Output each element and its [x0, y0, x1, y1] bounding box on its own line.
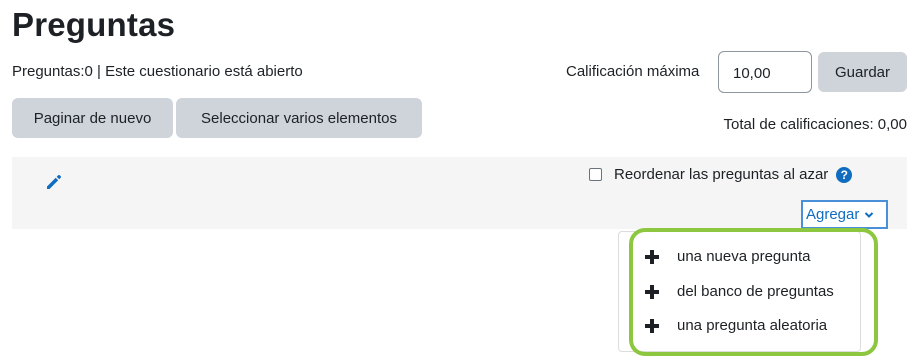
total-grades-text: Total de calificaciones: 0,00 — [723, 116, 907, 133]
page-title: Preguntas — [12, 6, 176, 43]
quiz-status-text: Preguntas:0 | Este cuestionario está abi… — [12, 63, 303, 80]
help-icon[interactable]: ? — [836, 166, 853, 183]
shuffle-option: Reordenar las preguntas al azar ? — [589, 166, 853, 183]
max-grade-label: Calificación máxima — [566, 63, 700, 80]
shuffle-label[interactable]: Reordenar las preguntas al azar — [614, 166, 828, 183]
chevron-down-icon — [865, 211, 874, 218]
repaginate-button[interactable]: Paginar de nuevo — [12, 98, 173, 138]
menu-highlight-outline — [629, 228, 878, 356]
select-multiple-button[interactable]: Seleccionar varios elementos — [176, 98, 422, 138]
max-grade-input[interactable] — [718, 51, 812, 93]
shuffle-checkbox[interactable] — [589, 168, 602, 181]
save-button[interactable]: Guardar — [818, 52, 907, 92]
add-label: Agregar — [806, 206, 860, 223]
add-dropdown-button[interactable]: Agregar — [801, 200, 888, 229]
pencil-icon[interactable] — [44, 172, 64, 192]
